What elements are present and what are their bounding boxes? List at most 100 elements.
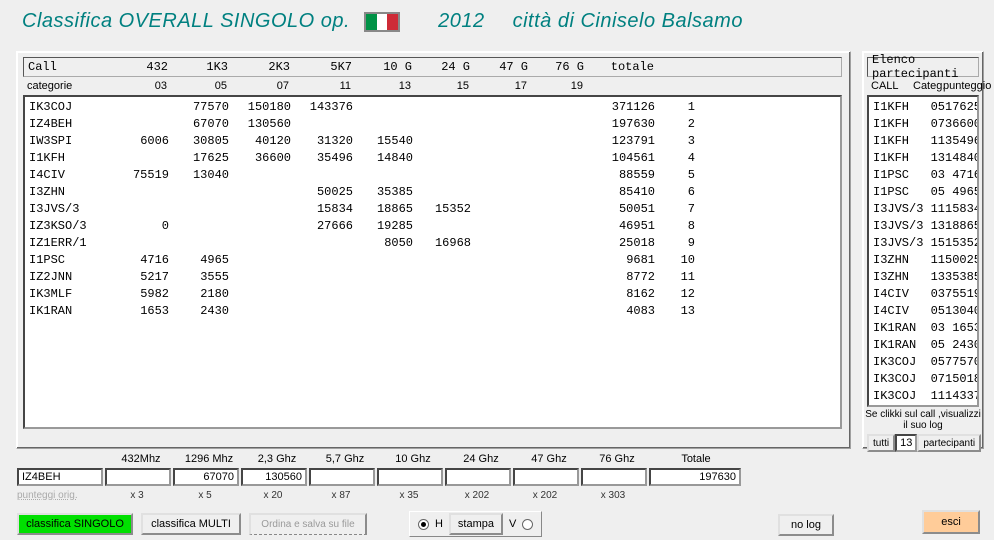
table-row[interactable]: IK3MLF59822180816212 — [29, 286, 836, 303]
classifica-multi-button[interactable]: classifica MULTI — [141, 513, 241, 535]
col-head: 5K7 — [290, 60, 352, 74]
ordina-button[interactable]: Ordina e salva su file — [249, 513, 367, 535]
participants-listbox[interactable]: I1KFH0517625I1KFH0736600I1KFH1135496I1KF… — [867, 95, 979, 407]
orientation-v-radio[interactable] — [522, 519, 533, 530]
band-label: 24 Ghz — [447, 453, 515, 465]
selected-row — [17, 468, 741, 486]
table-row[interactable]: IK1RAN16532430408313 — [29, 303, 836, 320]
selected-band-field[interactable] — [649, 468, 741, 486]
table-row[interactable]: I3ZHN5002535385854106 — [29, 184, 836, 201]
list-item[interactable]: I3ZHN1335385 — [873, 269, 973, 286]
list-item[interactable]: IK3COJ07150180 — [873, 371, 973, 388]
participants-headers: CALLCateg.punteggio — [867, 77, 979, 95]
list-item[interactable]: IK3MLF035982 — [873, 405, 973, 407]
participants-title: Elenco partecipanti — [867, 57, 979, 77]
side-col-head: Categ. — [913, 80, 943, 92]
footer-row: classifica SINGOLO classifica MULTI Ordi… — [17, 511, 542, 537]
orientation-h-radio[interactable] — [418, 519, 429, 530]
ranking-listbox[interactable]: IK3COJ775701501801433763711261IZ4BEH6707… — [23, 95, 842, 429]
partecipanti-button[interactable]: partecipanti — [917, 434, 981, 452]
table-row[interactable]: IZ3KSO/302766619285469518 — [29, 218, 836, 235]
multiplier-label: x 35 — [375, 490, 443, 501]
multiplier-label: x 5 — [171, 490, 239, 501]
selected-band-field[interactable] — [513, 468, 579, 486]
h-label: H — [435, 518, 443, 530]
col-head: 1K3 — [168, 60, 228, 74]
tutti-button[interactable]: tutti — [867, 434, 895, 452]
table-row[interactable]: IZ1ERR/1805016968250189 — [29, 235, 836, 252]
classifica-singolo-button[interactable]: classifica SINGOLO — [17, 513, 133, 535]
list-item[interactable]: I4CIV0375519 — [873, 286, 973, 303]
table-row[interactable]: I1KFH176253660035496148401045614 — [29, 150, 836, 167]
cat-head: 13 — [351, 80, 411, 92]
header: Classifica OVERALL SINGOLO op. 2012 citt… — [0, 0, 994, 39]
multiplier-row: x 3x 5x 20x 87x 35x 202x 202x 303 — [103, 490, 647, 501]
selected-band-field[interactable] — [105, 468, 171, 486]
cat-head: 03 — [107, 80, 167, 92]
table-row[interactable]: IW3SPI6006308054012031320155401237913 — [29, 133, 836, 150]
list-item[interactable]: I3JVS/31515352 — [873, 235, 973, 252]
band-label: 432Mhz — [107, 453, 175, 465]
cat-head: categorie — [27, 80, 107, 92]
table-row[interactable]: IK3COJ775701501801433763711261 — [29, 99, 836, 116]
list-item[interactable]: I3JVS/31318865 — [873, 218, 973, 235]
list-item[interactable]: I1KFH0736600 — [873, 116, 973, 133]
band-label: 2,3 Ghz — [243, 453, 311, 465]
selected-band-field[interactable] — [445, 468, 511, 486]
selected-band-field[interactable] — [173, 468, 239, 486]
stampa-button[interactable]: stampa — [449, 513, 503, 535]
cat-head: 05 — [167, 80, 227, 92]
band-label: 76 Ghz — [583, 453, 651, 465]
band-labels: 432Mhz1296 Mhz2,3 Ghz5,7 Ghz10 Ghz24 Ghz… — [107, 453, 741, 465]
count-field[interactable]: 13 — [895, 434, 917, 452]
esci-button[interactable]: esci — [922, 510, 980, 534]
table-row[interactable]: I4CIV7551913040885595 — [29, 167, 836, 184]
col-head: 10 G — [352, 60, 412, 74]
italy-flag-icon — [364, 12, 400, 32]
table-row[interactable]: IZ2JNN52173555877211 — [29, 269, 836, 286]
list-item[interactable]: IK3COJ0577570 — [873, 354, 973, 371]
list-item[interactable]: I1KFH0517625 — [873, 99, 973, 116]
cat-head: 15 — [411, 80, 469, 92]
year-label: 2012 — [438, 10, 485, 33]
selected-band-field[interactable] — [581, 468, 647, 486]
page-title: Classifica OVERALL SINGOLO op. — [22, 10, 350, 33]
selected-band-field[interactable] — [309, 468, 375, 486]
list-item[interactable]: I1KFH1135496 — [873, 133, 973, 150]
band-label: Totale — [651, 453, 741, 465]
participants-panel: Elenco partecipanti CALLCateg.punteggio … — [862, 51, 984, 449]
multiplier-label: x 3 — [103, 490, 171, 501]
col-head: 76 G — [528, 60, 584, 74]
selected-call-field[interactable] — [17, 468, 103, 486]
list-item[interactable]: IK3COJ11143376 — [873, 388, 973, 405]
category-headers: categorie0305071113151719 — [23, 77, 842, 95]
list-item[interactable]: I1KFH1314840 — [873, 150, 973, 167]
list-item[interactable]: I1PSC034716 — [873, 167, 973, 184]
nolog-button[interactable]: no log — [778, 514, 834, 536]
band-label: 47 Ghz — [515, 453, 583, 465]
col-head: 2K3 — [228, 60, 290, 74]
list-item[interactable]: I3ZHN1150025 — [873, 252, 973, 269]
city-label: città di Ciniselo Balsamo — [513, 10, 743, 33]
list-item[interactable]: IK1RAN031653 — [873, 320, 973, 337]
band-label: 1296 Mhz — [175, 453, 243, 465]
print-group: H stampa V — [409, 511, 542, 537]
list-item[interactable]: I1PSC054965 — [873, 184, 973, 201]
multiplier-label: x 202 — [443, 490, 511, 501]
punteggi-link[interactable]: punteggi orig. — [17, 490, 78, 501]
column-headers: Call4321K32K35K710 G24 G47 G76 Gtotale — [23, 57, 842, 77]
list-item[interactable]: IK1RAN052430 — [873, 337, 973, 354]
list-item[interactable]: I3JVS/31115834 — [873, 201, 973, 218]
table-row[interactable]: I1PSC47164965968110 — [29, 252, 836, 269]
cat-head: 19 — [527, 80, 583, 92]
side-col-head: CALL — [871, 80, 913, 92]
selected-band-field[interactable] — [241, 468, 307, 486]
col-head: Call — [28, 60, 108, 74]
table-row[interactable]: I3JVS/3158341886515352500517 — [29, 201, 836, 218]
col-head: 47 G — [470, 60, 528, 74]
cat-head: 07 — [227, 80, 289, 92]
table-row[interactable]: IZ4BEH670701305601976302 — [29, 116, 836, 133]
list-item[interactable]: I4CIV0513040 — [873, 303, 973, 320]
selected-band-field[interactable] — [377, 468, 443, 486]
v-label: V — [509, 518, 516, 530]
